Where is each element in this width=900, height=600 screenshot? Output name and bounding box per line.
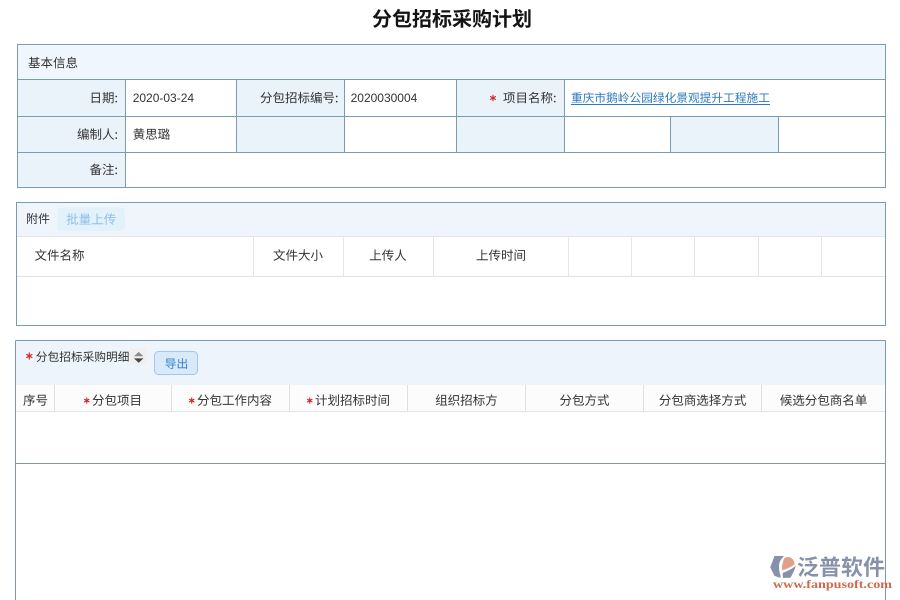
svg-text:2020-03-24: 2020-03-24 <box>133 91 195 105</box>
svg-text:www.fanpusoft.com: www.fanpusoft.com <box>773 577 892 591</box>
svg-text:2020030004: 2020030004 <box>351 91 418 105</box>
